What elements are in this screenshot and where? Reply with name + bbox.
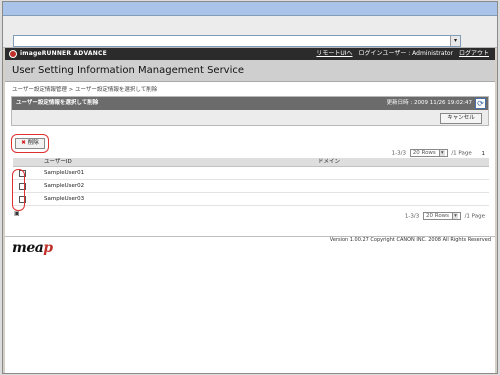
chevron-down-icon: ▾ <box>438 150 445 156</box>
address-dropdown-icon[interactable]: ▾ <box>450 36 460 46</box>
rows-select-value: 20 Rows <box>412 150 436 156</box>
delete-icon: ✖ <box>21 140 26 146</box>
remote-ui-link[interactable]: リモートUIへ <box>316 50 352 57</box>
column-domain: ドメイン <box>318 159 341 165</box>
browser-window: ▾ imageRUNNER ADVANCE リモートUIへ ログインユーザー :… <box>2 1 498 374</box>
table-row: SampleUser03 <box>13 193 489 206</box>
logo-text: mea <box>12 240 44 256</box>
rows-select-value: 20 Rows <box>426 213 450 219</box>
breadcrumb: ユーザー設定情報管理 > ユーザー設定情報を選択して削除 <box>12 87 158 93</box>
table-header: ユーザーID ドメイン <box>13 158 489 167</box>
page-number: 1 <box>481 150 486 157</box>
panel-header: ユーザー設定情報を選択して削除 更新日時 : 2009 11/26 19:02:… <box>12 97 488 110</box>
brand-bar: imageRUNNER ADVANCE リモートUIへ ログインユーザー : A… <box>5 48 495 60</box>
delete-button[interactable]: ✖ 削除 <box>15 138 45 149</box>
table-row: SampleUser01 <box>13 167 489 180</box>
panel-title: ユーザー設定情報を選択して削除 <box>16 100 99 106</box>
select-all-icon[interactable]: ▣ <box>14 210 20 217</box>
window-titlebar <box>3 2 497 16</box>
cancel-button[interactable]: キャンセル <box>440 113 482 124</box>
table-row: SampleUser02 <box>13 180 489 193</box>
row-user-id: SampleUser02 <box>44 183 85 189</box>
pager-pages: /1 Page <box>451 150 472 157</box>
rows-select[interactable]: 20 Rows ▾ <box>409 149 448 157</box>
pager-range: 1-3/3 <box>391 150 406 157</box>
updated-time: 更新日時 : 2009 11/26 19:02:47 <box>386 100 472 106</box>
row-user-id: SampleUser03 <box>44 196 85 202</box>
action-panel: ユーザー設定情報を選択して削除 更新日時 : 2009 11/26 19:02:… <box>11 96 489 126</box>
product-name: imageRUNNER ADVANCE <box>20 50 107 57</box>
delete-label: 削除 <box>27 140 39 146</box>
pager-bottom: 1-3/3 20 Rows ▾ /1 Page <box>405 212 485 222</box>
row-user-id: SampleUser01 <box>44 170 85 176</box>
chevron-down-icon: ▾ <box>452 213 458 219</box>
copyright: Version 1.00.27 Copyright CANON INC. 200… <box>329 237 491 243</box>
user-table: ユーザーID ドメイン SampleUser01 SampleUser02 Sa… <box>13 158 489 206</box>
logout-link[interactable]: ログアウト <box>459 50 489 57</box>
column-user-id: ユーザーID <box>44 159 72 165</box>
pager-range: 1-3/3 <box>404 213 420 220</box>
login-user: ログインユーザー : Administrator <box>358 50 454 57</box>
rows-select[interactable]: 20 Rows ▾ <box>423 212 461 220</box>
canon-logo-icon <box>9 50 17 58</box>
address-bar[interactable]: ▾ <box>13 35 461 47</box>
page-title: User Setting Information Management Serv… <box>12 65 245 76</box>
brand-right-links: リモートUIへ ログインユーザー : Administrator ログアウト <box>316 50 489 58</box>
logo-text-accent: p <box>43 240 53 256</box>
page-content: imageRUNNER ADVANCE リモートUIへ ログインユーザー : A… <box>5 48 495 373</box>
meap-logo: meap <box>12 240 53 256</box>
pager-pages: /1 Page <box>464 213 485 220</box>
title-band: User Setting Information Management Serv… <box>5 60 495 82</box>
refresh-icon[interactable]: ⟳ <box>475 98 486 109</box>
checkbox-highlight <box>12 169 25 211</box>
browser-toolbar: ▾ <box>3 16 497 48</box>
